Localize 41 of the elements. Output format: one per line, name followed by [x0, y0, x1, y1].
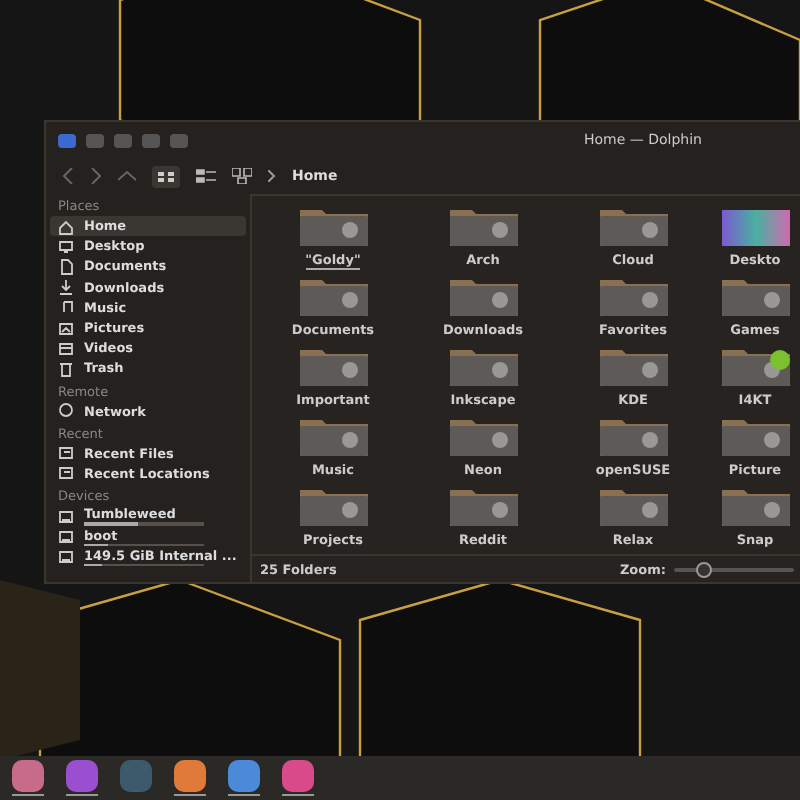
folder-icon: [297, 344, 369, 388]
details-view-icon[interactable]: [196, 168, 216, 184]
image-thumbnail-icon: [719, 204, 791, 248]
folder-icon: [447, 414, 519, 458]
folder-icon: [297, 484, 369, 528]
folder-icon: [297, 414, 369, 458]
slider-thumb[interactable]: [696, 561, 712, 577]
minimize-button[interactable]: [142, 133, 160, 147]
home-icon: [58, 217, 74, 236]
downloads-icon: [58, 278, 74, 297]
folder-icon: [297, 274, 369, 318]
maximize-button[interactable]: [170, 133, 188, 147]
split-view-icon[interactable]: [232, 168, 252, 184]
back-icon[interactable]: [62, 168, 74, 184]
pin-button[interactable]: [86, 133, 104, 147]
folder-icon: [719, 484, 791, 528]
folder-icon: [447, 204, 519, 248]
folder-icon: [447, 484, 519, 528]
folder-icon: [719, 414, 791, 458]
icon-view-icon[interactable]: [152, 165, 180, 187]
folder-icon: [597, 484, 669, 528]
network-icon: [58, 402, 74, 421]
folder-icon: [447, 274, 519, 318]
folder-icon: [447, 344, 519, 388]
folder-icon: [719, 344, 791, 388]
pictures-icon: [58, 319, 74, 338]
folder-icon: [297, 204, 369, 248]
documents-icon: [58, 257, 74, 276]
folder-icon: [597, 414, 669, 458]
videos-icon: [58, 339, 74, 358]
desktop-icon: [58, 237, 74, 256]
folder-icon: [597, 204, 669, 248]
trash-icon: [58, 359, 74, 378]
folder-icon: [597, 344, 669, 388]
shade-button[interactable]: [114, 133, 132, 147]
app-menu-button[interactable]: [58, 133, 76, 147]
chevron-icon: [268, 170, 276, 182]
folder-icon: [597, 274, 669, 318]
forward-icon[interactable]: [90, 168, 102, 184]
folder-icon: [719, 274, 791, 318]
up-icon[interactable]: [118, 170, 136, 182]
